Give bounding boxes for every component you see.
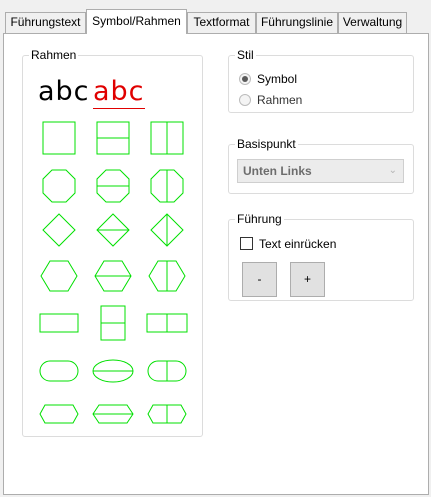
tab-symbol-rahmen[interactable]: Symbol/Rahmen <box>86 9 187 34</box>
tall-rectangle-hsplit-frame-icon[interactable] <box>90 301 136 345</box>
tab-textformat[interactable]: Textformat <box>187 12 256 33</box>
radio-symbol-button[interactable] <box>239 73 251 85</box>
sample-text-underlined[interactable]: abc <box>93 76 145 109</box>
basispunkt-group: Basispunkt Unten Links ⌄ <box>228 137 414 194</box>
rectangle-vsplit-frame-icon[interactable] <box>144 301 190 345</box>
octagon-frame-icon[interactable] <box>36 164 82 208</box>
rounded-frame-icon[interactable] <box>36 348 82 392</box>
beveled-vsplit-frame-icon[interactable] <box>144 392 190 436</box>
fuehrung-group: Führung Text einrücken - + <box>228 212 414 301</box>
text-einruecken-checkbox[interactable] <box>240 237 253 250</box>
hexagon-frame-icon[interactable] <box>36 254 82 298</box>
minus-button[interactable]: - <box>242 262 277 297</box>
rectangle-frame-icon[interactable] <box>36 301 82 345</box>
rahmen-group: Rahmen abc abc <box>22 48 203 437</box>
diamond-vsplit-frame-icon[interactable] <box>144 208 190 252</box>
diamond-frame-icon[interactable] <box>36 208 82 252</box>
chevron-down-icon: ⌄ <box>388 165 397 176</box>
sample-text-underlined-label: abc <box>93 76 145 109</box>
tab-fuehrungslinie[interactable]: Führungslinie <box>256 12 338 33</box>
octagon-hsplit-frame-icon[interactable] <box>90 164 136 208</box>
basispunkt-select[interactable]: Unten Links ⌄ <box>237 159 404 183</box>
text-einruecken-label: Text einrücken <box>259 237 337 251</box>
radio-rahmen-button[interactable] <box>239 94 251 106</box>
plus-button[interactable]: + <box>290 262 325 297</box>
beveled-frame-icon[interactable] <box>36 392 82 436</box>
basispunkt-select-value: Unten Links <box>243 164 312 178</box>
ellipse-hsplit-frame-icon[interactable] <box>90 348 136 392</box>
tab-verwaltung[interactable]: Verwaltung <box>338 12 407 33</box>
minus-button-label: - <box>257 272 262 286</box>
hexagon-hsplit-frame-icon[interactable] <box>90 254 136 298</box>
radio-symbol-label: Symbol <box>257 72 298 86</box>
tab-label: Symbol/Rahmen <box>92 14 181 28</box>
fuehrung-group-title: Führung <box>235 212 284 226</box>
rahmen-group-title: Rahmen <box>29 48 79 62</box>
sample-text-plain[interactable]: abc <box>38 77 90 107</box>
plus-button-label: + <box>303 272 311 286</box>
diamond-hsplit-frame-icon[interactable] <box>90 208 136 252</box>
stil-group-title: Stil <box>235 48 256 62</box>
square-hsplit-frame-icon[interactable] <box>90 116 136 160</box>
beveled-hsplit-frame-icon[interactable] <box>90 392 136 436</box>
tab-fuehrungstext[interactable]: Führungstext <box>5 12 86 33</box>
tab-strip: Führungstext Symbol/Rahmen Textformat Fü… <box>0 0 431 34</box>
tab-label: Führungslinie <box>260 15 334 29</box>
tab-label: Verwaltung <box>342 15 403 29</box>
square-vsplit-frame-icon[interactable] <box>144 116 190 160</box>
tab-panel-symbol-rahmen: Rahmen abc abc Stil Symbol Rahmen Basisp… <box>3 33 429 495</box>
radio-rahmen-label: Rahmen <box>257 93 303 107</box>
rounded-vsplit-frame-icon[interactable] <box>144 348 190 392</box>
hexagon-vsplit-frame-icon[interactable] <box>144 254 190 298</box>
stil-group: Stil Symbol Rahmen <box>228 48 414 113</box>
octagon-vsplit-frame-icon[interactable] <box>144 164 190 208</box>
tab-label: Textformat <box>193 15 250 29</box>
square-frame-icon[interactable] <box>36 116 82 160</box>
tab-label: Führungstext <box>10 15 81 29</box>
basispunkt-group-title: Basispunkt <box>235 137 298 151</box>
